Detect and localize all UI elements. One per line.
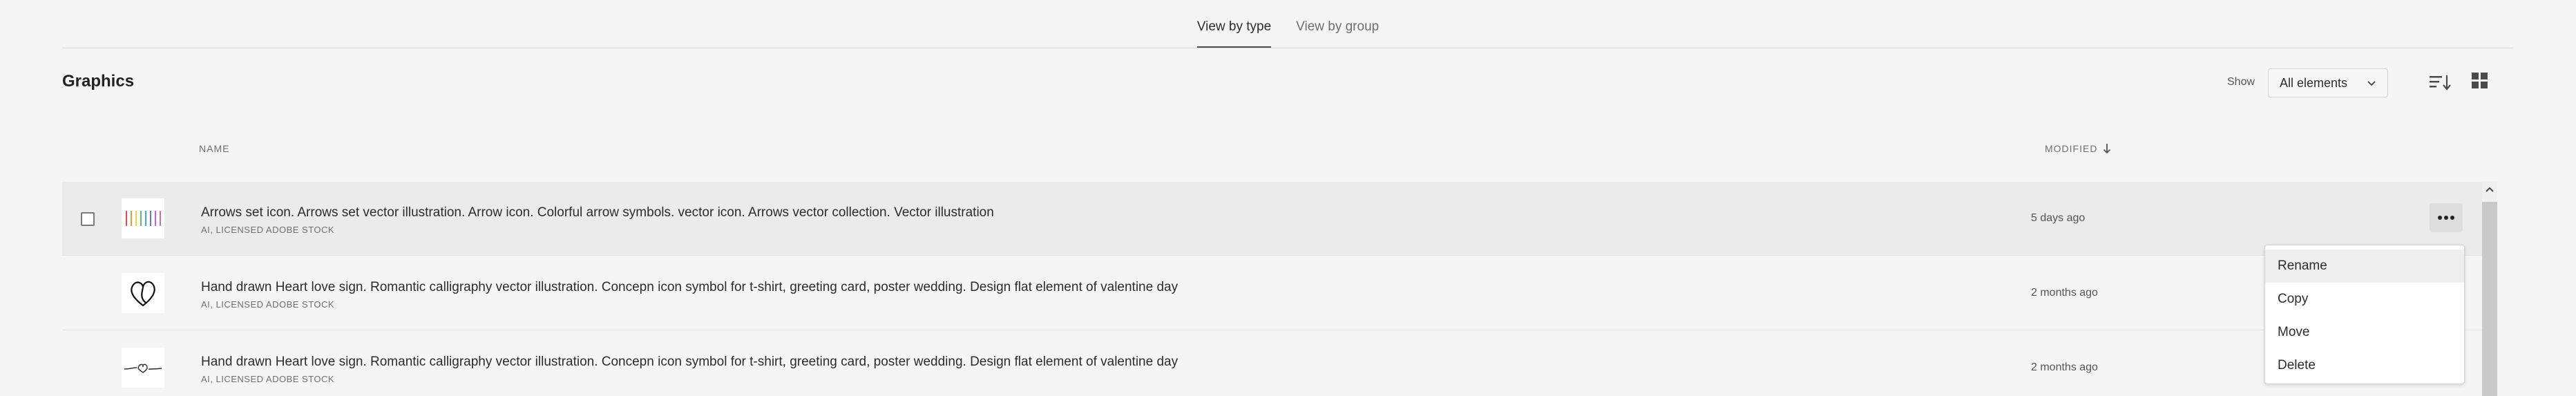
show-filter-value: All elements	[2280, 75, 2348, 90]
menu-item-delete[interactable]: Delete	[2265, 349, 2464, 382]
heart-thumbnail-image	[131, 281, 155, 307]
column-header-modified-label: MODIFIED	[2045, 143, 2098, 154]
column-header-name[interactable]: NAME	[199, 143, 229, 154]
show-filter-dropdown[interactable]: All elements	[2268, 68, 2388, 97]
tab-view-by-type[interactable]: View by type	[1196, 19, 1272, 48]
show-label: Show	[2227, 76, 2255, 88]
row-modified: 2 months ago	[2031, 361, 2098, 373]
row-context-menu: Rename Copy Move Delete	[2264, 245, 2465, 384]
chevron-down-icon	[2367, 81, 2376, 86]
menu-item-move[interactable]: Move	[2265, 316, 2464, 349]
row-modified: 5 days ago	[2031, 212, 2086, 224]
row-modified: 2 months ago	[2031, 287, 2098, 299]
row-meta: AI, LICENSED ADOBE STOCK	[201, 299, 335, 310]
thumbnail-heart-small	[122, 348, 164, 388]
sort-icon[interactable]	[2428, 72, 2452, 93]
scrollbar-thumb[interactable]	[2482, 202, 2497, 396]
row-title[interactable]: Hand drawn Heart love sign. Romantic cal…	[201, 355, 1178, 370]
chevron-up-icon[interactable]	[2484, 184, 2495, 195]
more-icon	[2438, 216, 2454, 220]
heart-line-thumbnail-image	[124, 364, 162, 374]
menu-item-copy[interactable]: Copy	[2265, 283, 2464, 316]
graphics-library-page: View by type View by group Graphics Show…	[0, 0, 2576, 396]
menu-item-rename[interactable]: Rename	[2265, 249, 2464, 283]
row-meta: AI, LICENSED ADOBE STOCK	[201, 374, 335, 384]
table-row[interactable]: Hand drawn Heart love sign. Romantic cal…	[62, 331, 2495, 396]
arrow-down-icon	[2103, 144, 2111, 154]
thumbnail-heart	[122, 273, 164, 313]
section-title: Graphics	[62, 72, 135, 91]
row-title[interactable]: Arrows set icon. Arrows set vector illus…	[201, 205, 994, 220]
more-actions-button[interactable]	[2430, 203, 2463, 232]
row-title[interactable]: Hand drawn Heart love sign. Romantic cal…	[201, 280, 1178, 295]
row-checkbox[interactable]	[81, 212, 95, 226]
tab-view-by-group[interactable]: View by group	[1296, 19, 1379, 48]
arrows-thumbnail-image	[126, 211, 161, 226]
column-header-modified[interactable]: MODIFIED	[2045, 143, 2111, 154]
row-meta: AI, LICENSED ADOBE STOCK	[201, 225, 335, 235]
view-tabs: View by type View by group	[0, 0, 2576, 48]
grid-view-icon[interactable]	[2470, 70, 2490, 91]
table-row[interactable]: Hand drawn Heart love sign. Romantic cal…	[62, 256, 2495, 330]
thumbnail-arrows	[122, 198, 164, 238]
table-row[interactable]: Arrows set icon. Arrows set vector illus…	[62, 182, 2495, 256]
